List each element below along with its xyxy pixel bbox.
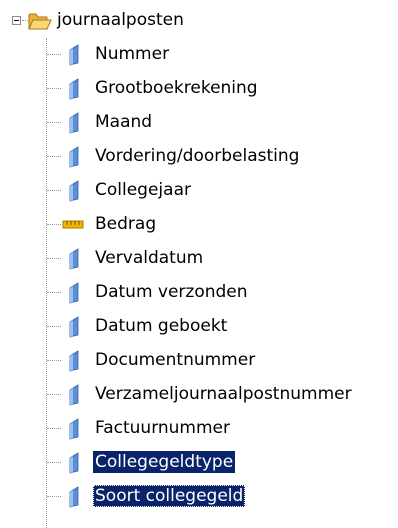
tree-connector	[47, 292, 61, 293]
tree-item-label: Vervaldatum	[95, 248, 204, 268]
field-icon	[69, 112, 79, 134]
tree-connector	[47, 462, 61, 463]
field-icon	[69, 180, 79, 202]
tree-root-label: journaalposten	[57, 10, 184, 30]
tree-connector	[47, 122, 61, 123]
tree-item-label: Datum verzonden	[95, 282, 248, 302]
tree-item[interactable]: Documentnummer	[0, 344, 398, 378]
field-icon	[69, 350, 79, 372]
tree-item[interactable]: Vervaldatum	[0, 242, 398, 276]
tree-item[interactable]: Collegegeldtype	[0, 446, 398, 480]
field-icon	[69, 384, 79, 406]
tree-item[interactable]: Bedrag	[0, 208, 398, 242]
folder-open-icon	[28, 13, 52, 30]
tree-item[interactable]: Soort collegegeld	[0, 480, 398, 514]
field-icon	[69, 418, 79, 440]
tree-connector	[47, 258, 61, 259]
tree-connector	[47, 224, 61, 225]
tree-connector	[47, 54, 61, 55]
tree-item-label: Maand	[95, 112, 153, 132]
tree-item[interactable]: Maand	[0, 106, 398, 140]
tree-item-label: Bedrag	[95, 214, 157, 234]
tree-item-label: Factuurnummer	[95, 418, 231, 438]
tree-item-label: Collegejaar	[95, 180, 191, 200]
tree-connector	[47, 156, 61, 157]
collapse-toggle-icon[interactable]	[12, 16, 21, 25]
tree-item-label: Vordering/doorbelasting	[95, 146, 300, 166]
tree-item-label: Datum geboekt	[95, 316, 228, 336]
tree-item-label: Nummer	[95, 44, 170, 64]
tree-item-label: Soort collegegeld	[93, 485, 246, 507]
field-icon	[69, 78, 79, 100]
field-icon	[69, 452, 79, 474]
tree-connector	[47, 394, 61, 395]
tree-item[interactable]: Grootboekrekening	[0, 72, 398, 106]
field-icon	[69, 44, 79, 66]
tree-view[interactable]: journaalposten Nummer Grootboekrekening Ma…	[0, 0, 398, 528]
tree-item[interactable]: Verzameljournaalpostnummer	[0, 378, 398, 412]
measure-icon	[62, 220, 84, 229]
tree-item-label: Grootboekrekening	[95, 78, 258, 98]
field-icon	[69, 146, 79, 168]
tree-item[interactable]: Collegejaar	[0, 174, 398, 208]
tree-item[interactable]: Nummer	[0, 38, 398, 72]
tree-connector	[47, 496, 61, 497]
field-icon	[69, 248, 79, 270]
tree-item[interactable]: Factuurnummer	[0, 412, 398, 446]
tree-item-label: Verzameljournaalpostnummer	[95, 384, 352, 404]
field-icon	[69, 316, 79, 338]
tree-connector	[47, 326, 61, 327]
tree-item[interactable]: Datum geboekt	[0, 310, 398, 344]
tree-connector	[47, 360, 61, 361]
tree-connector	[47, 190, 61, 191]
field-icon	[69, 486, 79, 508]
field-icon	[69, 282, 79, 304]
tree-connector	[47, 88, 61, 89]
tree-item[interactable]: Vordering/doorbelasting	[0, 140, 398, 174]
tree-item-label: Documentnummer	[95, 350, 256, 370]
tree-item-label: Collegegeldtype	[93, 451, 236, 473]
tree-item[interactable]: Datum verzonden	[0, 276, 398, 310]
tree-connector	[47, 428, 61, 429]
tree-root-journaalposten[interactable]: journaalposten	[0, 8, 398, 38]
